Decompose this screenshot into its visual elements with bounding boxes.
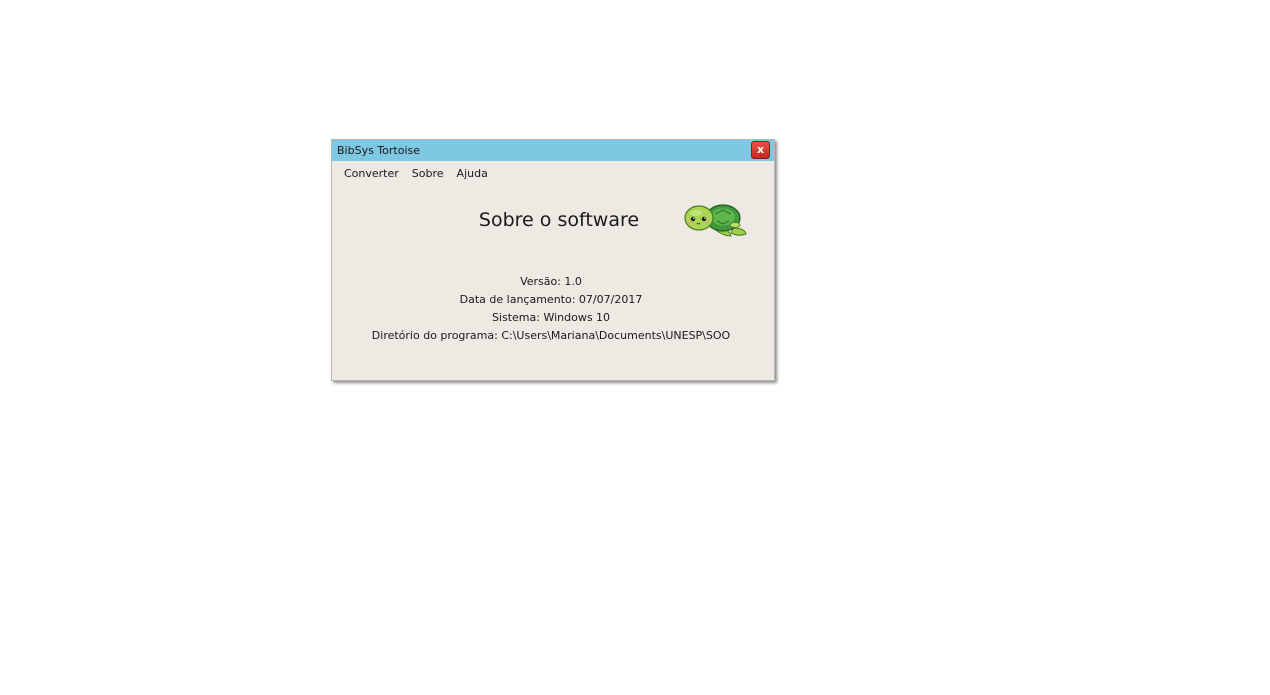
directory-text: Diretório do programa: C:\Users\Mariana\…: [371, 329, 731, 342]
turtle-icon: [684, 204, 747, 237]
version-text: Versão: 1.0: [520, 275, 582, 288]
title-bar[interactable]: BibSys Tortoise x: [332, 140, 774, 161]
menu-item-sobre[interactable]: Sobre: [412, 167, 444, 183]
menu-item-ajuda[interactable]: Ajuda: [457, 167, 488, 183]
menu-item-converter[interactable]: Converter: [344, 167, 399, 183]
window-title: BibSys Tortoise: [337, 144, 421, 157]
close-button[interactable]: x: [751, 141, 770, 159]
system-text: Sistema: Windows 10: [491, 311, 611, 324]
release-date-text: Data de lançamento: 07/07/2017: [459, 293, 643, 306]
about-window: BibSys Tortoise x Converter Sobre Ajuda …: [331, 139, 775, 381]
about-info: Versão: 1.0 Data de lançamento: 07/07/20…: [332, 273, 770, 345]
menu-bar: Converter Sobre Ajuda: [344, 167, 488, 183]
